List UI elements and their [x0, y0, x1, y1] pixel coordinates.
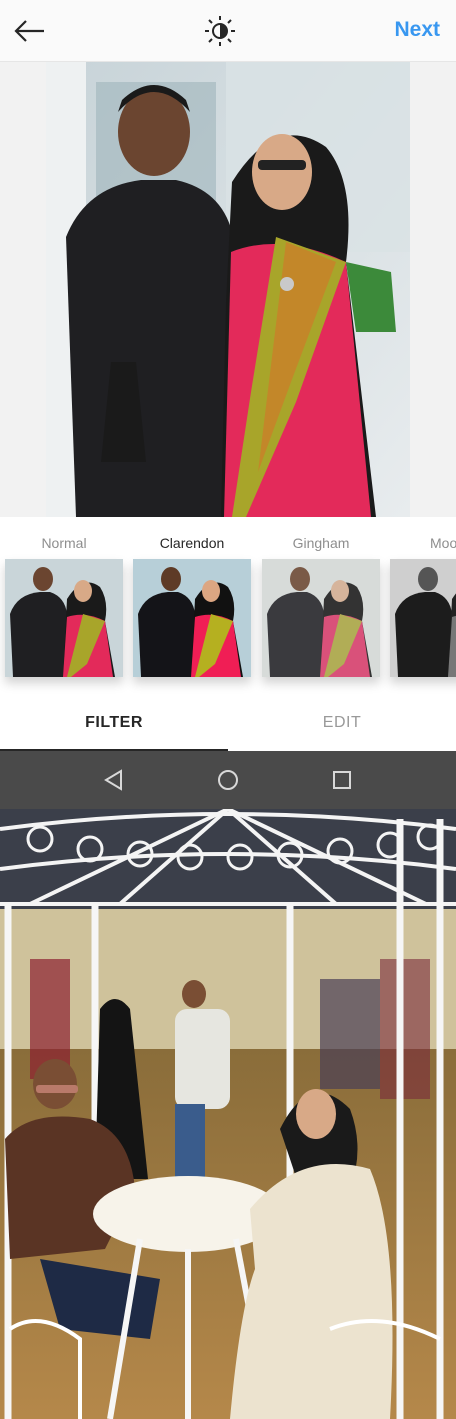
preview-photo [46, 62, 410, 517]
brightness-icon [205, 16, 235, 46]
filter-label: Normal [41, 535, 87, 551]
filter-clarendon[interactable]: Clarendon [133, 517, 251, 695]
next-button[interactable]: Next [394, 18, 440, 42]
nav-back-button[interactable] [99, 765, 129, 795]
filter-thumbnail [262, 559, 380, 677]
preview-area [0, 62, 456, 517]
filter-thumbnail [5, 559, 123, 677]
filter-label: Moon [430, 535, 456, 551]
lux-button[interactable] [202, 14, 238, 48]
tab-filter[interactable]: FILTER [0, 695, 228, 751]
filter-strip: Normal Clarendon Gingham Moo [0, 517, 456, 695]
nav-recents-icon [333, 771, 351, 789]
arrow-left-icon [14, 20, 44, 42]
nav-recents-button[interactable] [327, 765, 357, 795]
filter-gingham[interactable]: Gingham [262, 517, 380, 695]
system-navigation-bar [0, 751, 456, 809]
filter-edit-tabs: FILTER EDIT [0, 695, 456, 751]
filter-thumbnail [390, 559, 456, 677]
top-bar: Next [0, 0, 456, 62]
back-button[interactable] [12, 14, 48, 48]
filter-normal[interactable]: Normal [5, 517, 123, 695]
nav-home-icon [218, 770, 238, 790]
gazebo-photo [0, 809, 456, 1419]
filter-label: Gingham [292, 535, 350, 551]
nav-home-button[interactable] [213, 765, 243, 795]
filter-label: Clarendon [159, 535, 225, 551]
filter-thumbnail [133, 559, 251, 677]
tab-edit[interactable]: EDIT [228, 695, 456, 751]
filter-moon[interactable]: Moon [390, 517, 456, 695]
nav-back-icon [104, 769, 122, 791]
